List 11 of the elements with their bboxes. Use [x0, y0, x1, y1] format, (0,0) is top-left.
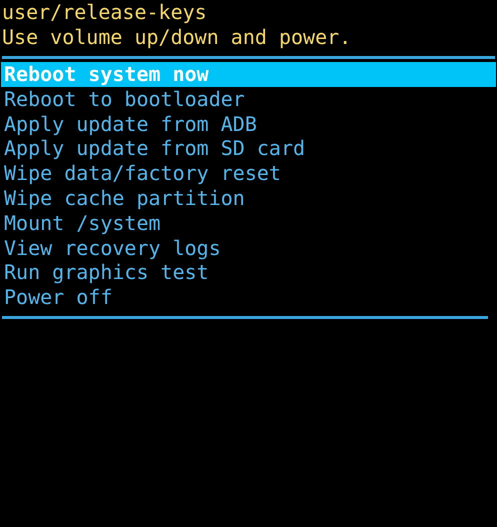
menu-item[interactable]: View recovery logs — [1, 236, 496, 260]
menu-item[interactable]: Mount /system — [1, 210, 496, 236]
menu-item[interactable]: Power off — [1, 285, 496, 310]
menu-item[interactable]: Apply update from ADB — [1, 112, 496, 136]
header-text: Use volume up/down and power. — [2, 25, 352, 50]
header-text: user/release-keys — [2, 0, 208, 25]
menu-item[interactable]: Run graphics test — [1, 260, 496, 286]
menu-item[interactable]: Wipe cache partition — [1, 186, 496, 211]
menu-item[interactable]: Apply update from SD card — [1, 136, 496, 162]
menu-item[interactable]: Wipe data/factory reset — [1, 161, 496, 186]
menu-item[interactable]: Reboot to bootloader — [1, 86, 496, 112]
